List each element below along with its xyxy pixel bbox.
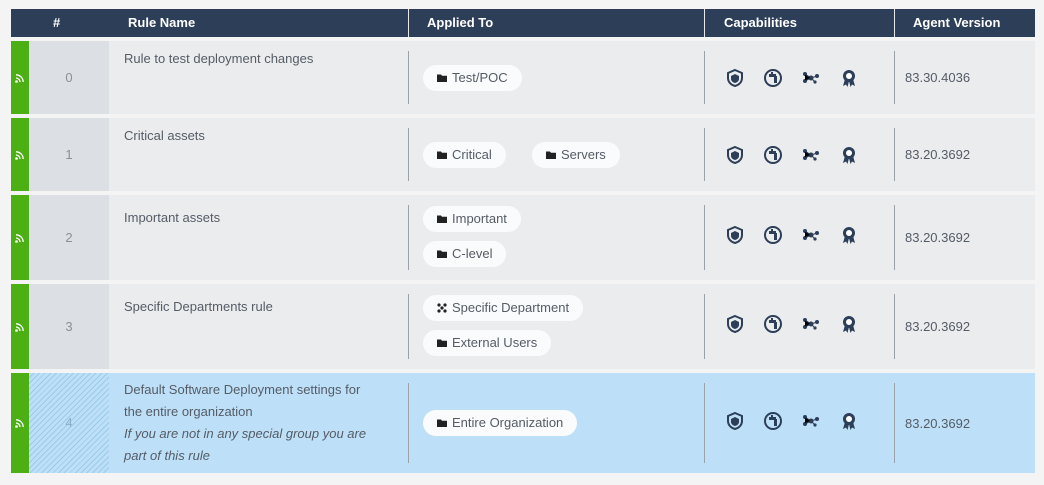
rule-note-line: part of this rule <box>124 448 210 463</box>
rule-name: Default Software Deployment settings for… <box>124 379 366 467</box>
column-divider <box>704 51 705 104</box>
applied-to-tag[interactable]: Servers <box>532 142 620 168</box>
rule-name: Rule to test deployment changes <box>124 51 314 66</box>
header-index[interactable]: # <box>53 9 60 37</box>
faucet-icon[interactable] <box>763 145 783 165</box>
column-divider <box>704 205 705 270</box>
folder-icon <box>546 151 556 159</box>
table-row[interactable]: 2 Important assets Important C-level 83.… <box>11 195 1035 280</box>
header-divider <box>704 9 705 37</box>
applied-to-tag[interactable]: Entire Organization <box>423 410 578 436</box>
header-divider <box>408 9 409 37</box>
folder-icon <box>437 74 447 82</box>
applied-to-tag[interactable]: C-level <box>423 241 507 267</box>
org-group-icon <box>437 303 447 313</box>
status-indicator <box>11 284 29 369</box>
folder-icon <box>437 215 447 223</box>
column-divider <box>408 383 409 463</box>
agent-version: 83.20.3692 <box>905 147 971 162</box>
applied-to-tag[interactable]: Test/POC <box>423 65 522 91</box>
network-nodes-icon[interactable] <box>801 411 821 431</box>
header-rule-name[interactable]: Rule Name <box>128 9 195 37</box>
column-divider <box>704 294 705 359</box>
header-agent-version[interactable]: Agent Version <box>913 9 1000 37</box>
shield-icon[interactable] <box>725 68 745 88</box>
signal-icon <box>15 322 24 332</box>
award-ribbon-icon[interactable] <box>839 411 859 431</box>
rule-name-line: Default Software Deployment settings for <box>124 382 361 397</box>
column-divider <box>704 128 705 181</box>
table-row[interactable]: 3 Specific Departments rule Specific Dep… <box>11 284 1035 369</box>
agent-version: 83.30.4036 <box>905 70 971 85</box>
signal-icon <box>15 73 24 83</box>
rule-note-line: If you are not in any special group you … <box>124 426 367 441</box>
applied-to-tag[interactable]: Critical <box>423 142 506 168</box>
grid-header: # Rule Name Applied To Capabilities Agen… <box>11 9 1035 37</box>
signal-icon <box>15 233 24 243</box>
row-index: 1 <box>29 118 109 191</box>
award-ribbon-icon[interactable] <box>839 314 859 334</box>
folder-icon <box>437 339 447 347</box>
signal-icon <box>15 419 24 428</box>
faucet-icon[interactable] <box>763 68 783 88</box>
status-indicator <box>11 41 29 114</box>
row-index: 2 <box>29 195 109 280</box>
rule-name: Important assets <box>124 210 221 225</box>
folder-icon <box>437 151 447 159</box>
award-ribbon-icon[interactable] <box>839 68 859 88</box>
table-row[interactable]: 0 Rule to test deployment changes Test/P… <box>11 41 1035 114</box>
network-nodes-icon[interactable] <box>801 314 821 334</box>
column-divider <box>408 205 409 270</box>
status-indicator <box>11 373 29 473</box>
row-index: 0 <box>29 41 109 114</box>
header-applied-to[interactable]: Applied To <box>427 9 493 37</box>
shield-icon[interactable] <box>725 145 745 165</box>
column-divider <box>894 383 895 463</box>
agent-version: 83.20.3692 <box>905 230 971 245</box>
applied-to-tag[interactable]: Specific Department <box>423 295 584 321</box>
rule-name: Critical assets <box>124 128 205 143</box>
table-row[interactable]: 1 Critical assets Critical Servers 83.20… <box>11 118 1035 191</box>
column-divider <box>704 383 705 463</box>
table-row[interactable]: 4 Default Software Deployment settings f… <box>11 373 1035 473</box>
rule-name-line: the entire organization <box>124 404 253 419</box>
column-divider <box>408 51 409 104</box>
folder-icon <box>437 419 447 427</box>
network-nodes-icon[interactable] <box>801 225 821 245</box>
shield-icon[interactable] <box>725 411 745 431</box>
row-index: 4 <box>29 373 109 473</box>
network-nodes-icon[interactable] <box>801 68 821 88</box>
rule-name: Specific Departments rule <box>124 299 273 314</box>
column-divider <box>894 294 895 359</box>
signal-icon <box>15 150 24 160</box>
agent-version: 83.20.3692 <box>905 416 971 431</box>
column-divider <box>894 51 895 104</box>
shield-icon[interactable] <box>725 314 745 334</box>
shield-icon[interactable] <box>725 225 745 245</box>
faucet-icon[interactable] <box>763 225 783 245</box>
status-indicator <box>11 118 29 191</box>
header-capabilities[interactable]: Capabilities <box>724 9 797 37</box>
row-index: 3 <box>29 284 109 369</box>
column-divider <box>894 205 895 270</box>
agent-version: 83.20.3692 <box>905 319 971 334</box>
award-ribbon-icon[interactable] <box>839 225 859 245</box>
status-indicator <box>11 195 29 280</box>
applied-to-tag[interactable]: Important <box>423 206 521 232</box>
network-nodes-icon[interactable] <box>801 145 821 165</box>
faucet-icon[interactable] <box>763 314 783 334</box>
column-divider <box>408 294 409 359</box>
column-divider <box>894 128 895 181</box>
faucet-icon[interactable] <box>763 411 783 431</box>
folder-icon <box>437 250 447 258</box>
column-divider <box>408 128 409 181</box>
header-divider <box>894 9 895 37</box>
award-ribbon-icon[interactable] <box>839 145 859 165</box>
applied-to-tag[interactable]: External Users <box>423 330 552 356</box>
